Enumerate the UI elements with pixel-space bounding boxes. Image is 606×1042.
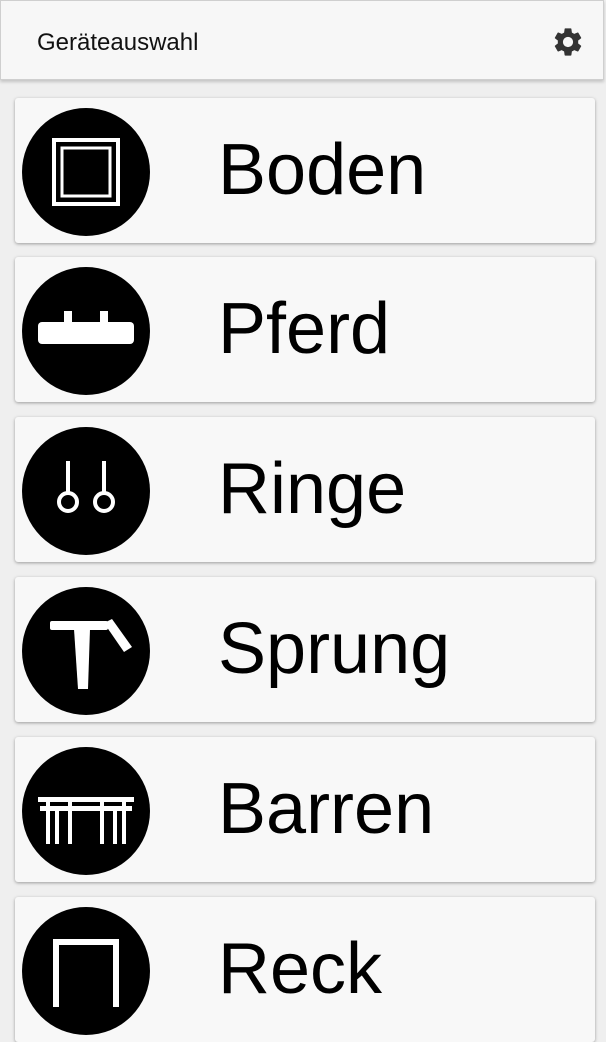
floor-mat-icon (22, 108, 150, 236)
apparatus-card-boden[interactable]: Boden (15, 98, 595, 243)
parallel-bars-icon (22, 747, 150, 875)
apparatus-label: Boden (218, 130, 427, 210)
page-title: Geräteauswahl (37, 29, 199, 56)
apparatus-card-reck[interactable]: Reck (15, 897, 595, 1042)
apparatus-label: Sprung (218, 609, 451, 689)
gear-icon[interactable] (551, 25, 585, 59)
vault-icon (22, 587, 150, 715)
pommel-horse-icon (22, 267, 150, 395)
apparatus-card-barren[interactable]: Barren (15, 737, 595, 882)
apparatus-label: Pferd (218, 289, 391, 369)
apparatus-label: Reck (218, 929, 383, 1009)
apparatus-label: Ringe (218, 449, 407, 529)
rings-icon (22, 427, 150, 555)
apparatus-card-ringe[interactable]: Ringe (15, 417, 595, 562)
apparatus-label: Barren (218, 769, 435, 849)
apparatus-card-pferd[interactable]: Pferd (15, 257, 595, 402)
apparatus-card-sprung[interactable]: Sprung (15, 577, 595, 722)
high-bar-icon (22, 907, 150, 1035)
app-bar: Geräteauswahl (0, 0, 604, 80)
